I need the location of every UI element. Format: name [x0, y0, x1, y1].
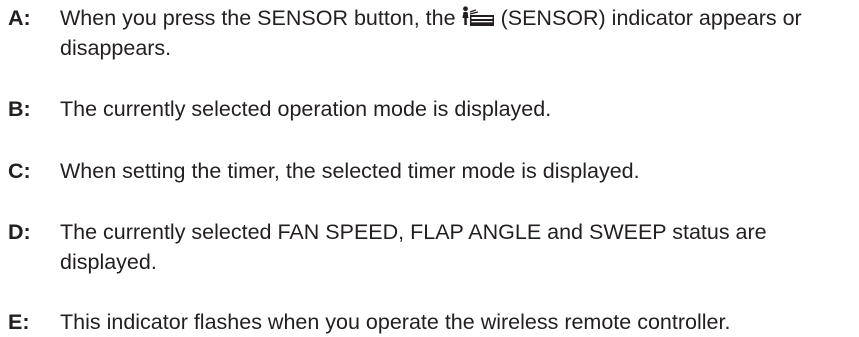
item-text: The currently selected FAN SPEED, FLAP A…: [60, 220, 767, 274]
item-letter: C:: [8, 159, 31, 183]
description-item-c: C: When setting the timer, the selected …: [8, 156, 856, 186]
item-text: When setting the timer, the selected tim…: [60, 159, 640, 183]
item-letter: A:: [8, 6, 31, 30]
item-text: This indicator flashes when you operate …: [60, 310, 731, 334]
description-item-b: B: The currently selected operation mode…: [8, 94, 856, 124]
item-letter: E:: [8, 310, 30, 334]
description-item-d: D: The currently selected FAN SPEED, FLA…: [8, 217, 856, 277]
item-text: When you press the SENSOR button, the (S…: [60, 3, 856, 63]
item-text-before-icon: When you press the SENSOR button, the: [60, 6, 456, 30]
description-item-e: E: This indicator flashes when you opera…: [8, 307, 856, 337]
sensor-indicator-icon: [461, 6, 495, 28]
description-item-a: A: When you press the SENSOR button, the…: [8, 3, 856, 63]
item-text: The currently selected operation mode is…: [60, 97, 552, 121]
item-letter: D:: [8, 220, 31, 244]
item-letter: B:: [8, 97, 31, 121]
